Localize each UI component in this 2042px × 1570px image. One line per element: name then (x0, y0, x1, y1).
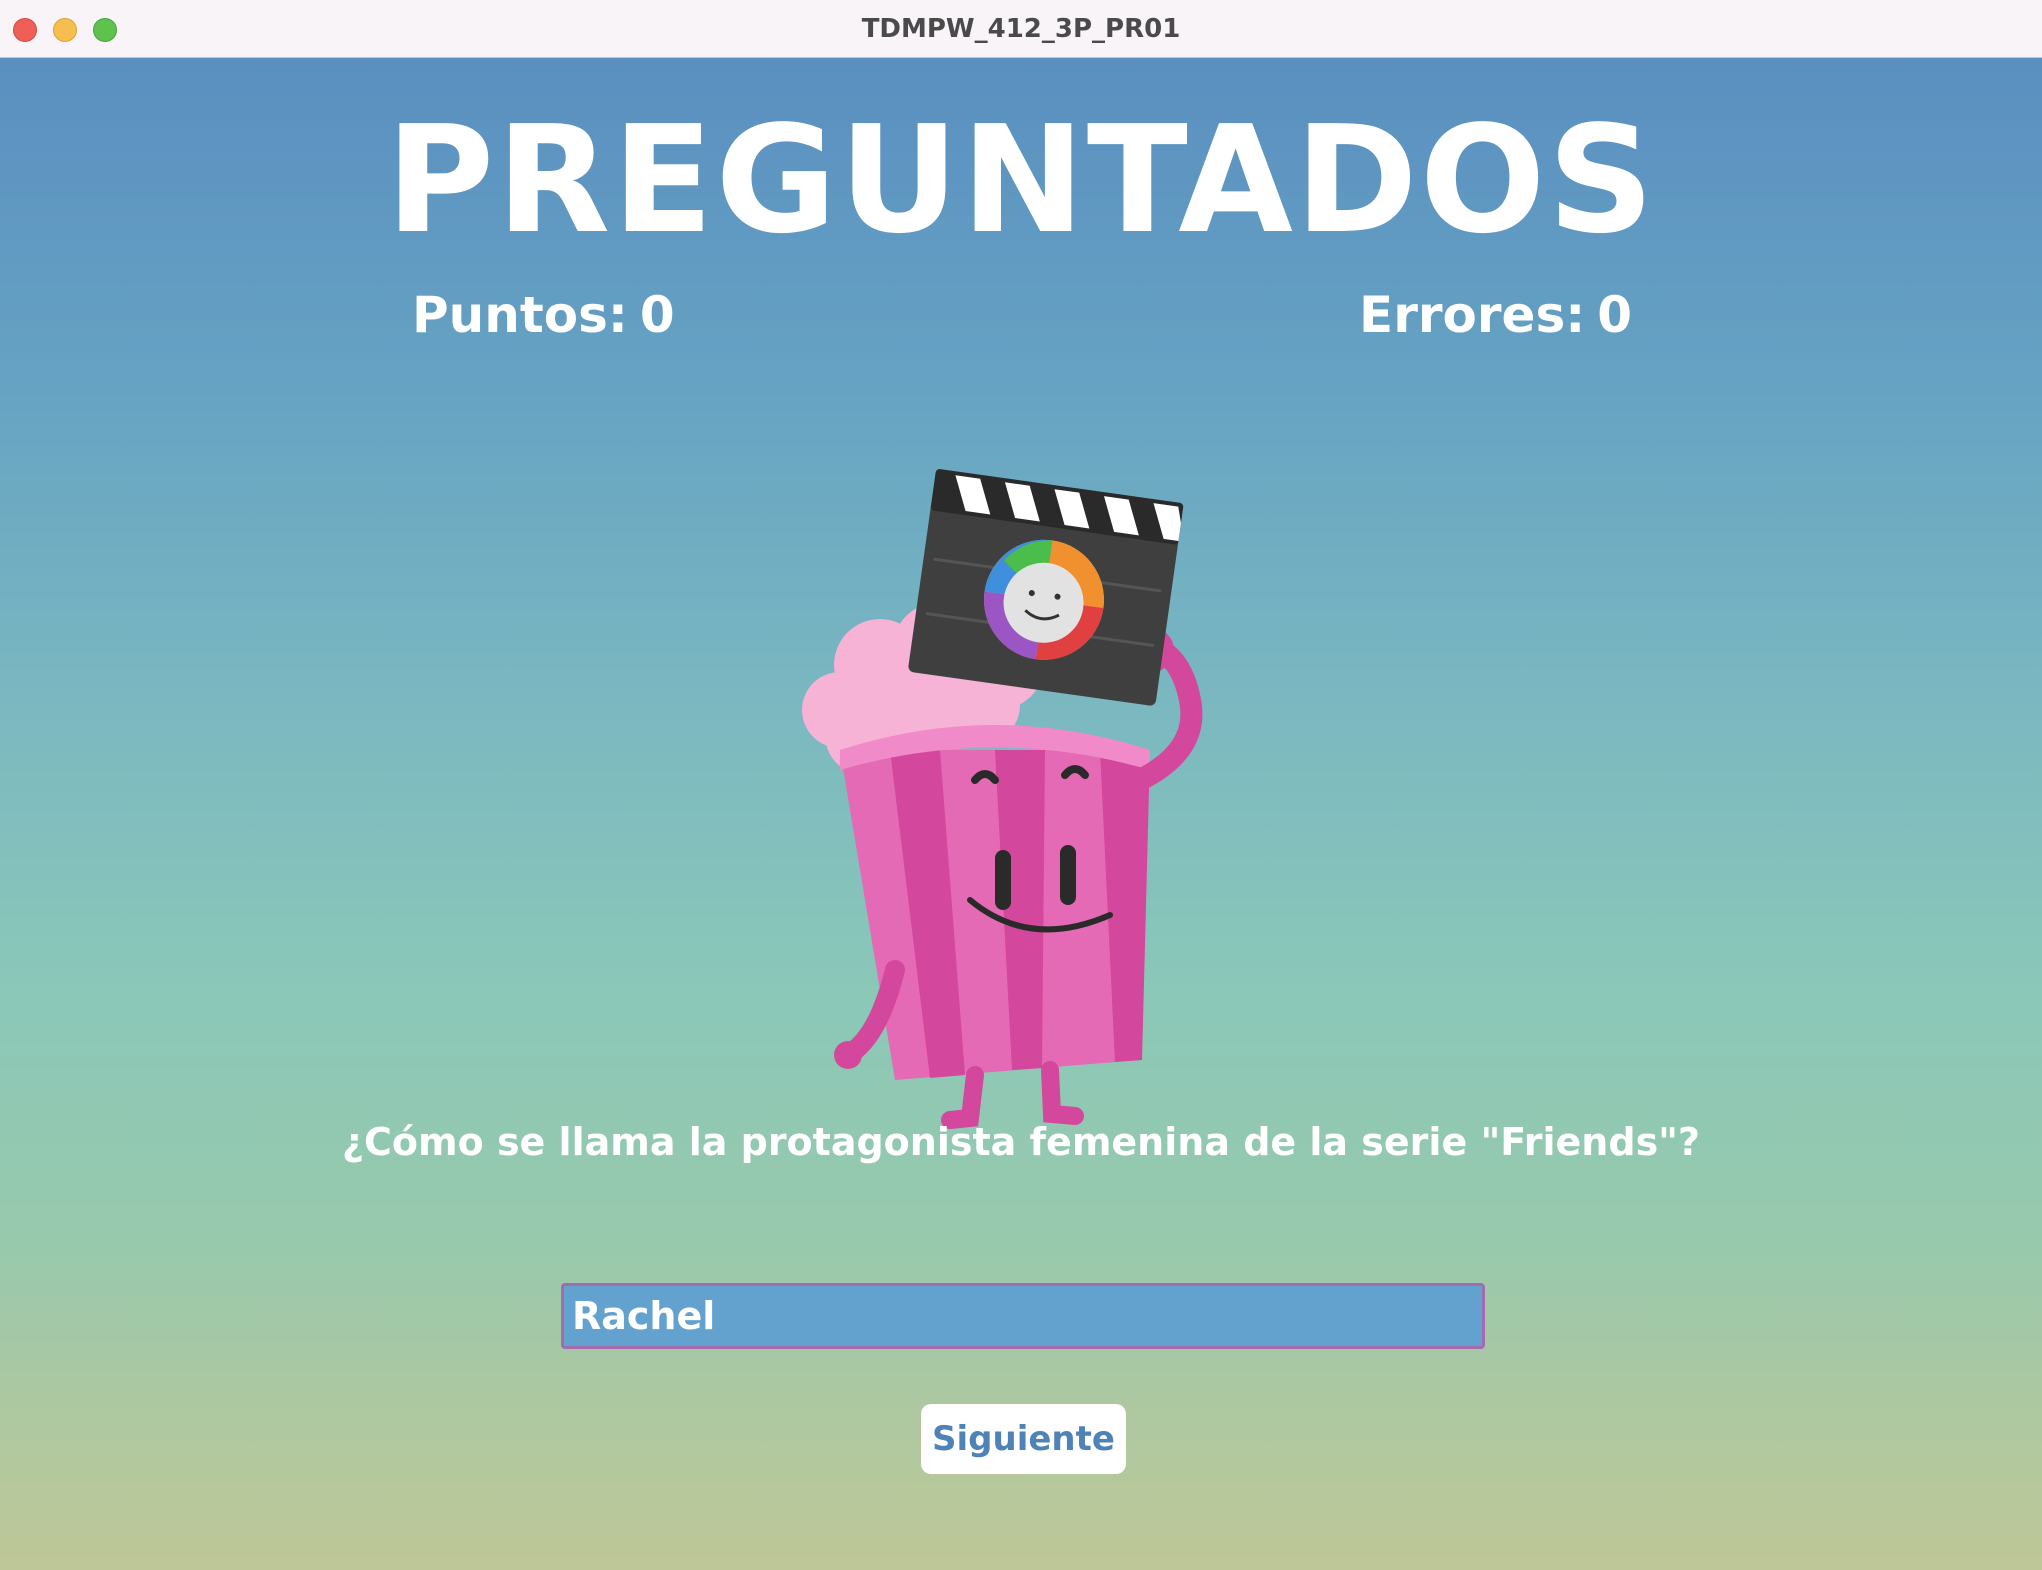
app-window: TDMPW_412_3P_PR01 PREGUNTADOS Puntos: 0 E… (0, 0, 2042, 1570)
question-text: ¿Cómo se llama la protagonista femenina … (341, 1120, 1701, 1164)
clapperboard-icon (908, 469, 1184, 706)
errors-label: Errores: (1359, 286, 1586, 344)
errors-value: 0 (1597, 286, 1632, 344)
title-bar: TDMPW_412_3P_PR01 (0, 0, 2042, 58)
points-counter: Puntos: 0 (412, 285, 675, 345)
popcorn-character-icon (802, 469, 1203, 1129)
answer-input[interactable] (561, 1283, 1485, 1349)
points-label: Puntos: (412, 286, 628, 344)
errors-counter: Errores: 0 (1359, 285, 1632, 345)
next-button[interactable]: Siguiente (921, 1404, 1126, 1474)
points-value: 0 (639, 286, 675, 344)
game-title: PREGUNTADOS (385, 94, 1657, 266)
window-title: TDMPW_412_3P_PR01 (861, 14, 1181, 44)
